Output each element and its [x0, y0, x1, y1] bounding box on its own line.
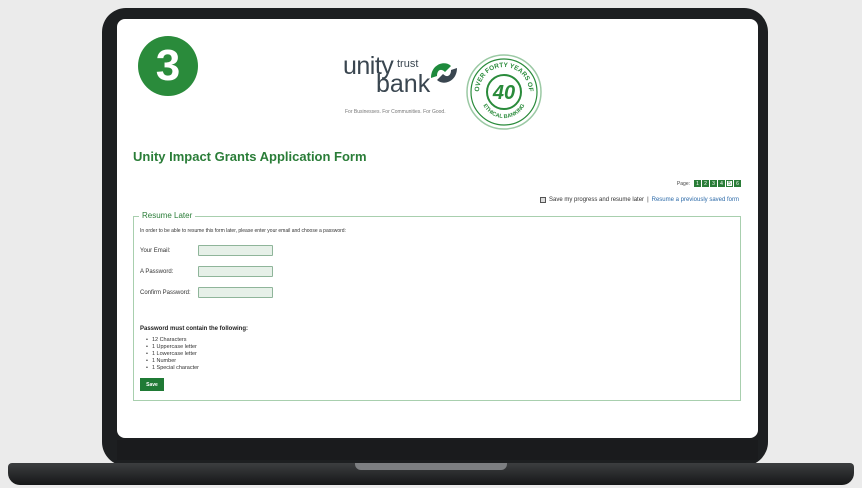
email-row: Your Email:	[140, 245, 273, 256]
fieldset-legend: Resume Later	[139, 211, 196, 220]
password-field[interactable]	[198, 266, 273, 277]
page-link-4[interactable]: 4	[718, 180, 725, 187]
laptop-notch	[355, 463, 507, 470]
password-rule: 1 Number	[146, 358, 199, 365]
password-rules-title: Password must contain the following:	[140, 326, 249, 332]
save-progress-checkbox[interactable]	[540, 197, 547, 203]
save-progress-row: Save my progress and resume later | Resu…	[540, 197, 739, 203]
password-rule: 12 Characters	[146, 337, 199, 344]
page-link-1[interactable]: 1	[694, 180, 701, 187]
page-link-3[interactable]: 3	[710, 180, 717, 187]
confirm-password-field[interactable]	[198, 287, 273, 298]
save-progress-label[interactable]: Save my progress and resume later	[549, 197, 644, 203]
resume-saved-form-link[interactable]: Resume a previously saved form	[652, 197, 739, 203]
save-button[interactable]: Save	[140, 378, 164, 391]
logo-mark-icon	[431, 63, 457, 83]
confirm-password-row: Confirm Password:	[140, 287, 273, 298]
logo-tagline: For Businesses. For Communities. For Goo…	[345, 109, 446, 115]
logo-word-trust: trust	[397, 58, 419, 70]
pagination: Page: 1 2 3 4 5 6	[677, 180, 741, 187]
laptop-bezel	[117, 440, 758, 460]
page-title: Unity Impact Grants Application Form	[133, 149, 367, 164]
password-rule: 1 Uppercase letter	[146, 344, 199, 351]
email-label: Your Email:	[140, 247, 171, 254]
unity-trust-bank-logo[interactable]: unity trust bank For Businesses. For Com…	[343, 52, 468, 142]
separator: |	[647, 197, 649, 203]
email-field[interactable]	[198, 245, 273, 256]
forty-years-seal-icon: OVER FORTY YEARS OF 40 ETHICAL BANKING	[466, 54, 542, 130]
page-link-6[interactable]: 6	[734, 180, 741, 187]
page-link-2[interactable]: 2	[702, 180, 709, 187]
page-link-5-current[interactable]: 5	[726, 180, 733, 187]
seal-number: 40	[492, 82, 515, 104]
resume-instructions: In order to be able to resume this form …	[140, 228, 346, 234]
password-row: A Password:	[140, 266, 273, 277]
confirm-password-label: Confirm Password:	[140, 289, 191, 296]
resume-later-fieldset: Resume Later In order to be able to resu…	[133, 211, 741, 401]
password-label: A Password:	[140, 268, 174, 275]
password-rule: 1 Lowercase letter	[146, 351, 199, 358]
pagination-label: Page:	[676, 180, 690, 187]
laptop-screen: 3 unity trust bank For Businesses. For C…	[117, 19, 758, 438]
logo-word-bank: bank	[376, 70, 431, 98]
password-rule: 1 Special character	[146, 365, 199, 372]
step-number-badge: 3	[138, 36, 198, 96]
password-rules-list: 12 Characters 1 Uppercase letter 1 Lower…	[146, 337, 199, 372]
